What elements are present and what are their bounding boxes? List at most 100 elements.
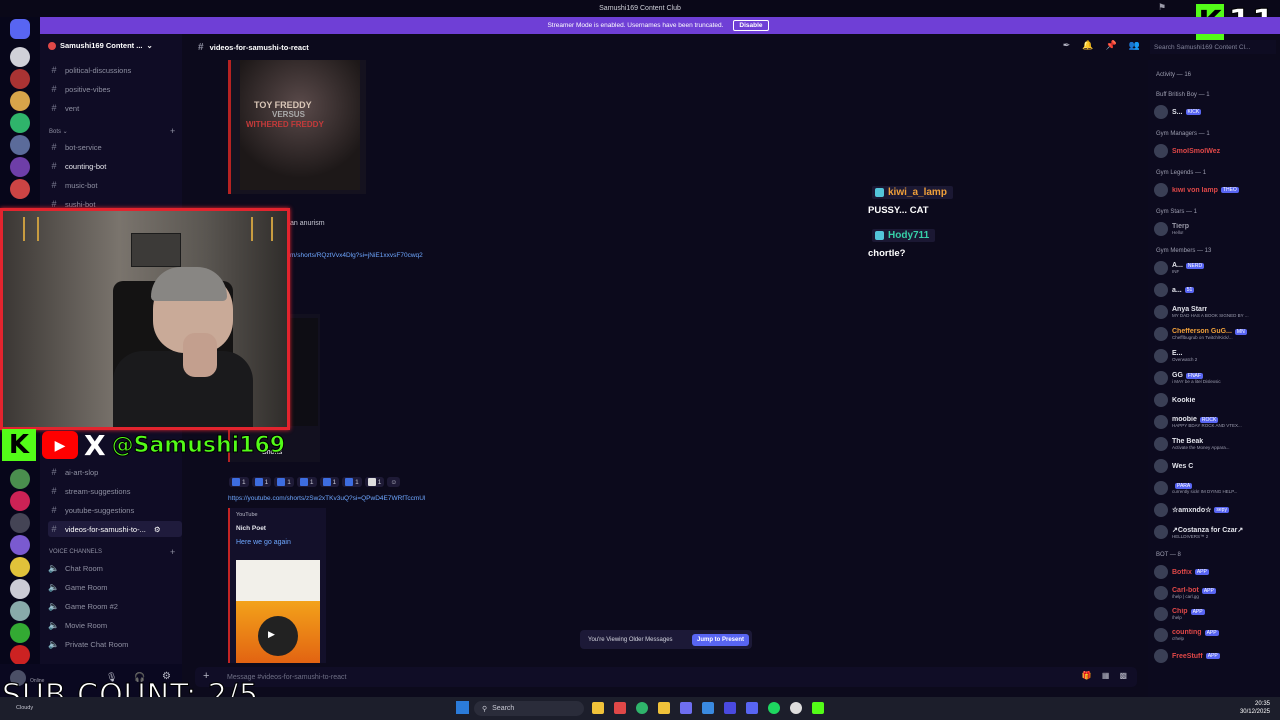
server-icon[interactable] [10,623,30,643]
member-item[interactable]: GG FNAF i MAY be a litel Dislexsic [1154,370,1278,386]
embed-author[interactable]: Nich Poet [236,525,266,532]
member-item[interactable]: Anya Starr MY DAD HAS A BOOK SIGNED BY ..… [1154,304,1278,320]
server-icon[interactable] [10,135,30,155]
channel-political-discussions[interactable]: # political-discussions [48,62,182,78]
member-item[interactable]: Carl-bot APP/help | carl.gg [1154,585,1278,601]
member-item[interactable]: SmolSmolWez [1154,143,1278,159]
file-explorer-icon[interactable] [592,702,604,714]
member-item[interactable]: Kookie [1154,392,1278,408]
channel-vent[interactable]: # vent [48,100,182,116]
edge-icon[interactable] [636,702,648,714]
server-icon[interactable] [10,113,30,133]
channel-counting-bot[interactable]: # counting-bot [48,158,182,174]
channel-stream-suggestions[interactable]: # stream-suggestions [48,483,182,499]
embed-title[interactable]: Here we go again [236,539,291,546]
server-icon[interactable] [10,91,30,111]
member-item[interactable]: E... Overwatch 2 [1154,348,1278,364]
channel-youtube-suggestions[interactable]: # youtube-suggestions [48,502,182,518]
members-icon[interactable]: 👥 [1129,40,1140,51]
bell-icon[interactable]: 🔔 [1082,40,1093,51]
inbox-icon[interactable]: ⚑ [1158,2,1166,13]
member-item[interactable]: Chip APP/help [1154,606,1278,622]
channel-bot-service[interactable]: # bot-service [48,139,182,155]
member-item[interactable]: FreeStuff APP [1154,648,1278,664]
taskbar-search[interactable]: ⚲ Search [474,701,584,716]
member-item[interactable]: a... 51 [1154,282,1278,298]
member-item[interactable]: S... KICK [1154,104,1278,120]
reaction[interactable]: 1 [364,477,385,487]
apps-icon[interactable]: ▩ [1119,671,1127,680]
member-item[interactable]: Wes C [1154,458,1278,474]
discord-home-icon[interactable] [10,19,30,39]
member-item[interactable]: ☆amxndo☆ sepy [1154,502,1278,518]
message-link[interactable]: https://youtube.com/shorts/zSw2xTKv3uQ?s… [228,495,425,502]
server-icon[interactable] [10,579,30,599]
gif-icon[interactable]: ▦ [1102,671,1110,680]
app-icon[interactable] [680,702,692,714]
play-icon[interactable]: ▶ [268,629,275,640]
voice-private-chat-room[interactable]: 🔈 Private Chat Room [48,636,182,652]
channel-music-bot[interactable]: # music-bot [48,177,182,193]
member-item[interactable]: The Beak Activate the Money Appara... [1154,436,1278,452]
member-item[interactable]: Tierp Hello! [1154,221,1278,237]
server-icon[interactable] [10,69,30,89]
message-input[interactable]: + Message #videos-for-samushi-to-react 🎁… [195,667,1137,687]
member-item[interactable]: Chefferson GuG... MN Chefflbugrub on Twitc… [1154,326,1278,342]
channel-ai-art-slop[interactable]: # ai-art-slop [48,464,182,480]
embed-thumbnail[interactable]: ▶ [236,560,320,663]
category-bots[interactable]: Bots ⌄ [49,128,68,135]
voice-chat-room[interactable]: 🔈 Chat Room [48,560,182,576]
member-item[interactable]: PARA currently sick! IM DYING HELP... [1154,480,1278,496]
member-item[interactable]: Botfix APP [1154,564,1278,580]
message-link[interactable]: m/shorts/RQztVvx4Dlg?si=jNiE1xxvsF70cwq2 [290,252,423,259]
app-icon[interactable] [724,702,736,714]
server-icon[interactable] [10,535,30,555]
disable-streamer-mode-button[interactable]: Disable [733,20,769,31]
server-icon[interactable] [10,469,30,489]
gift-icon[interactable]: 🎁 [1082,671,1092,680]
member-item[interactable]: ↗Costanza for Czar↗ HELLDIVERS™ 2 [1154,524,1278,540]
video-thumbnail[interactable]: TOY FREDDY VERSUS WITHERED FREDDY [228,60,366,194]
settings-gear-icon[interactable]: ⚙ [154,525,161,534]
weather-widget[interactable]: Cloudy [16,705,33,711]
channel-positive-vibes[interactable]: # positive-vibes [48,81,182,97]
server-icon[interactable] [10,179,30,199]
add-channel-icon[interactable]: + [170,126,175,136]
discord-taskbar-icon[interactable] [746,702,758,714]
server-header[interactable]: Samushi169 Content ... ⌄ [48,41,178,50]
reaction[interactable]: 1 [319,477,340,487]
member-item[interactable]: moobie ROCK HAPPY BDAY ROCK AND VTEX... [1154,414,1278,430]
windows-start-icon[interactable] [456,701,469,714]
add-reaction-icon[interactable]: ☺ [387,477,401,487]
reaction[interactable]: 1 [251,477,272,487]
spotify-icon[interactable] [768,702,780,714]
obs-icon[interactable] [790,702,802,714]
pin-icon[interactable]: 📌 [1106,40,1117,51]
server-icon[interactable] [10,645,30,665]
server-icon[interactable] [10,47,30,67]
app-icon[interactable] [614,702,626,714]
voice-game-room-2[interactable]: 🔈 Game Room #2 [48,598,182,614]
reaction[interactable]: 1 [296,477,317,487]
member-item[interactable]: kiwi von lamp THEO [1154,182,1278,198]
clock[interactable]: 20:35 30/12/2025 [1240,700,1270,716]
voice-movie-room[interactable]: 🔈 Movie Room [48,617,182,633]
server-icon[interactable] [10,601,30,621]
app-icon[interactable] [702,702,714,714]
server-icon[interactable] [10,157,30,177]
threads-icon[interactable]: ✒ [1063,40,1071,51]
reaction[interactable]: 1 [229,477,249,487]
search-input[interactable]: Search Samushi169 Content Cl... [1150,40,1276,54]
folder-icon[interactable] [658,702,670,714]
server-icon[interactable] [10,513,30,533]
add-voice-channel-icon[interactable]: + [170,547,175,557]
voice-game-room[interactable]: 🔈 Game Room [48,579,182,595]
jump-to-present-button[interactable]: Jump to Present [691,633,749,646]
app-icon[interactable] [812,702,824,714]
server-icon[interactable] [10,491,30,511]
category-voice[interactable]: VOICE CHANNELS [49,549,102,555]
member-item[interactable]: A... NERD INF [1154,260,1278,276]
reaction[interactable]: 1 [342,477,362,487]
reaction[interactable]: 1 [274,477,294,487]
member-item[interactable]: counting APP c!help [1154,627,1278,643]
